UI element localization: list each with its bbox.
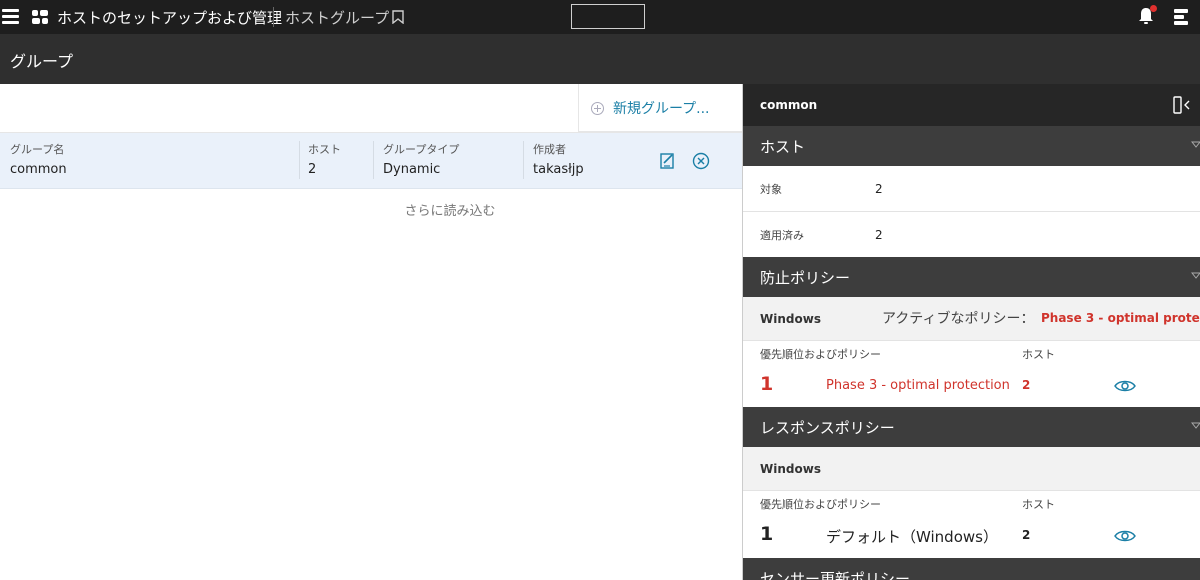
groups-panel: 新規グループ... グループ名 common ホスト 2 グループタイプ Dyn…	[0, 84, 742, 580]
app-title[interactable]: ホストのセットアップおよび管理	[57, 7, 282, 28]
applied-row: 適用済み 2	[743, 212, 1200, 258]
column-divider	[373, 141, 374, 179]
os-label: Windows	[760, 462, 821, 476]
settings-menu-icon[interactable]	[1172, 8, 1190, 26]
target-value: 2	[875, 182, 883, 196]
policy-columns-header: 優先順位およびポリシー ホスト	[743, 341, 1200, 363]
app-logo-icon[interactable]	[32, 9, 48, 25]
prevention-os-row: Windows アクティブなポリシー： Phase 3 - optimal pr…	[743, 297, 1200, 341]
chevron-down-icon[interactable]	[1191, 141, 1200, 149]
group-name-cell: グループ名 common	[10, 141, 67, 177]
response-os-row: Windows	[743, 447, 1200, 491]
add-circle-icon	[591, 102, 604, 115]
eye-icon[interactable]	[1114, 379, 1136, 393]
sensor-policy-header[interactable]: センサー更新ポリシー	[743, 558, 1200, 580]
prevention-policy-title: 防止ポリシー	[760, 269, 851, 287]
sensor-policy-title: センサー更新ポリシー	[760, 570, 911, 580]
policy-name[interactable]: デフォルト（Windows）	[826, 526, 998, 547]
response-policy-header[interactable]: レスポンスポリシー	[743, 407, 1200, 447]
policy-row: 1 デフォルト（Windows） 2	[743, 513, 1200, 559]
new-group-button[interactable]: 新規グループ...	[578, 84, 742, 132]
host-section-title: ホスト	[760, 138, 806, 156]
group-type-value: Dynamic	[383, 162, 441, 177]
prevention-policy-header[interactable]: 防止ポリシー	[743, 257, 1200, 297]
title-divider	[273, 7, 274, 27]
remove-icon[interactable]	[692, 152, 710, 170]
table-row[interactable]: グループ名 common ホスト 2 グループタイプ Dynamic 作成者 t…	[0, 133, 742, 189]
edit-icon[interactable]	[660, 153, 676, 169]
chevron-down-icon[interactable]	[1191, 422, 1200, 430]
os-label: Windows	[760, 312, 821, 326]
details-panel: common ホスト 対象 2 適用済み 2 防止ポリシー Windows アク…	[742, 84, 1200, 580]
active-policy-label: アクティブなポリシー：	[882, 311, 1035, 327]
policy-hosts-header: ホスト	[1022, 498, 1055, 511]
policy-name[interactable]: Phase 3 - optimal protection	[826, 378, 1010, 393]
response-policy-title: レスポンスポリシー	[760, 419, 895, 437]
search-input[interactable]	[571, 4, 645, 29]
target-row: 対象 2	[743, 166, 1200, 212]
hamburger-menu-icon[interactable]	[2, 9, 19, 24]
applied-value: 2	[875, 228, 883, 242]
policy-priority: 1	[760, 373, 774, 395]
creator-value: takasłjp	[533, 162, 584, 177]
breadcrumb[interactable]: ホストグループ	[285, 7, 389, 28]
active-policy-value[interactable]: Phase 3 - optimal protection	[1041, 311, 1200, 325]
policy-hosts-header: ホスト	[1022, 348, 1055, 361]
policy-hosts: 2	[1022, 528, 1031, 542]
policy-hosts: 2	[1022, 378, 1031, 392]
creator-cell: 作成者 takasłjp	[533, 141, 584, 177]
new-group-label: 新規グループ...	[613, 101, 710, 117]
policy-row: 1 Phase 3 - optimal protection 2	[743, 363, 1200, 409]
hosts-value: 2	[308, 162, 317, 177]
applied-label: 適用済み	[760, 229, 804, 242]
column-divider	[299, 141, 300, 179]
column-divider	[523, 141, 524, 179]
eye-icon[interactable]	[1114, 529, 1136, 543]
creator-header: 作成者	[533, 143, 566, 156]
group-name-header: グループ名	[10, 143, 65, 156]
policy-columns-header: 優先順位およびポリシー ホスト	[743, 491, 1200, 513]
details-header: common	[743, 84, 1200, 126]
collapse-panel-icon[interactable]	[1173, 96, 1191, 114]
priority-policy-header: 優先順位およびポリシー	[760, 348, 881, 361]
group-type-header: グループタイプ	[383, 143, 460, 156]
priority-policy-header: 優先順位およびポリシー	[760, 498, 881, 511]
bookmark-icon[interactable]	[392, 10, 404, 24]
target-label: 対象	[760, 183, 782, 196]
page-title: グループ	[10, 52, 74, 71]
page-header: グループ	[0, 34, 1200, 84]
chevron-down-icon[interactable]	[1191, 272, 1200, 280]
policy-priority: 1	[760, 523, 774, 545]
notification-badge	[1150, 5, 1157, 12]
group-name-value[interactable]: common	[10, 162, 67, 177]
host-section-header[interactable]: ホスト	[743, 126, 1200, 166]
hosts-cell: ホスト 2	[308, 141, 341, 177]
details-title: common	[760, 98, 818, 112]
top-nav-bar: ホストのセットアップおよび管理 ホストグループ	[0, 0, 1200, 34]
group-type-cell: グループタイプ Dynamic	[383, 141, 459, 177]
hosts-header: ホスト	[308, 143, 341, 156]
